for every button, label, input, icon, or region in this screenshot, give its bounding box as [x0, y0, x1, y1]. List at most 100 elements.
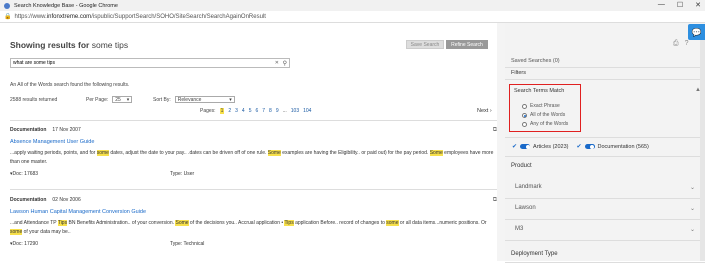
facet-lawson[interactable]: Lawson — [515, 205, 536, 211]
page-link[interactable]: 3 — [235, 108, 238, 114]
chat-icon[interactable]: 💬 — [688, 24, 705, 40]
option-all-words[interactable]: All of the Words — [522, 112, 565, 118]
copy-icon[interactable]: ⧉ — [493, 127, 497, 134]
result-footer: ▾Doc: 17683 Type: User — [10, 171, 497, 177]
page-link[interactable]: 2 — [228, 108, 231, 114]
next-page-link[interactable]: Next › — [477, 108, 492, 114]
highlighted-term: Some — [175, 220, 189, 226]
copy-icon[interactable]: ⧉ — [493, 197, 497, 204]
divider — [505, 156, 705, 157]
window-controls: — ☐ ✕ — [658, 1, 701, 9]
sort-by-label: Sort By: — [153, 96, 171, 103]
snippet-text: dates, adjust the date to your pay.. .da… — [108, 150, 268, 156]
result-title-link[interactable]: Absence Management User Guide — [10, 139, 497, 145]
doc-id[interactable]: ▾Doc: 17290 — [10, 241, 170, 247]
chevron-down-icon: ▾ — [229, 96, 232, 103]
results-count: 2588 results returned — [10, 97, 58, 103]
page-current[interactable]: 1 — [219, 108, 225, 114]
snippet-text: of the decisions you.. Accrual applicati… — [188, 220, 285, 226]
radio-icon[interactable] — [522, 121, 527, 127]
content-type-filters: ✔ Articles (2023) ✔ Documentation (565) — [512, 143, 649, 151]
facet-m3[interactable]: M3 — [515, 226, 523, 232]
sort-by-control: Sort By: Relevance ▾ — [153, 96, 235, 103]
favicon-icon — [4, 2, 10, 9]
deployment-type-heading[interactable]: Deployment Type — [511, 251, 558, 257]
result-footer: ▾Doc: 17290 Type: Technical — [10, 241, 497, 247]
result-card: Documentation 02 Nov 2006 ⧉ Lawson Human … — [10, 197, 497, 247]
result-snippet: ...apply waiting periods, points, and fo… — [10, 149, 497, 167]
title-bar: Search Knowledge Base - Google Chrome — … — [0, 0, 705, 11]
option-any-words[interactable]: Any of the Words — [522, 121, 568, 127]
main-scrollbar[interactable] — [497, 23, 505, 261]
search-terms-title: Search Terms Match — [514, 88, 565, 94]
saved-searches[interactable]: Saved Searches (0) — [511, 58, 560, 64]
option-exact-phrase[interactable]: Exact Phrase — [522, 103, 560, 109]
help-icon[interactable]: ? — [685, 40, 689, 48]
chevron-down-icon[interactable]: ⌄ — [690, 184, 695, 191]
search-terms-match-panel: Search Terms Match Exact Phrase All of t… — [509, 84, 581, 132]
page-ellipsis: ... — [282, 108, 287, 114]
toggle-documentation[interactable]: ✔ Documentation (565) — [576, 143, 649, 151]
snippet-text: examples are having the Eligibility.. or… — [280, 150, 430, 156]
print-icon[interactable]: ⎙ — [673, 40, 679, 48]
product-heading[interactable]: Product — [511, 163, 532, 169]
snippet-text: BN Benefits Administration.. of your con… — [67, 220, 176, 226]
page-link[interactable]: 4 — [242, 108, 245, 114]
search-icon[interactable]: ⚲ — [283, 60, 287, 67]
window-title: Search Knowledge Base - Google Chrome — [14, 2, 118, 9]
maximize-button[interactable]: ☐ — [677, 1, 683, 9]
search-input[interactable] — [13, 60, 273, 66]
doc-id[interactable]: ▾Doc: 17683 — [10, 171, 170, 177]
sidebar-scrollbar[interactable] — [700, 40, 705, 261]
divider — [10, 189, 497, 190]
result-snippet: ...and Attendance TP Tips BN Benefits Ad… — [10, 219, 497, 237]
toggle-switch[interactable] — [520, 144, 531, 149]
check-icon: ✔ — [576, 144, 582, 150]
highlighted-term: Tips — [57, 220, 68, 226]
minimize-button[interactable]: — — [658, 1, 665, 9]
chevron-up-icon[interactable]: ▲ — [695, 87, 701, 93]
address-bar[interactable]: 🔒 https://www.infonxtreme.com/ispublic/S… — [0, 11, 705, 23]
toggle-articles[interactable]: ✔ Articles (2023) — [512, 143, 569, 151]
per-page-select[interactable]: 25 ▾ — [112, 96, 133, 103]
divider — [505, 67, 705, 68]
highlighted-term: Some — [267, 150, 281, 156]
result-title-link[interactable]: Lawson Human Capital Management Conversi… — [10, 209, 497, 215]
radio-icon[interactable] — [522, 103, 527, 109]
page-link[interactable]: 9 — [276, 108, 279, 114]
filters-label: Filters — [511, 70, 526, 76]
close-window-button[interactable]: ✕ — [695, 1, 701, 9]
divider — [505, 240, 705, 241]
radio-icon[interactable] — [522, 112, 527, 118]
page-link[interactable]: 7 — [262, 108, 265, 114]
check-icon: ✔ — [512, 144, 518, 150]
pages-label: Pages: — [200, 108, 216, 114]
highlighted-term: Tips — [284, 220, 294, 226]
chevron-down-icon[interactable]: ⌄ — [690, 226, 695, 233]
divider — [505, 79, 705, 80]
doc-type: Type: User — [170, 171, 195, 177]
result-meta: Documentation 17 Nov 2007 — [10, 127, 81, 133]
page-link[interactable]: 104 — [303, 108, 311, 114]
sidebar: Saved Searches (0) Filters — [505, 23, 705, 263]
divider — [505, 137, 705, 138]
sort-by-select[interactable]: Relevance ▾ — [174, 96, 235, 103]
per-page-control: Per Page: 25 ▾ — [86, 96, 133, 103]
divider — [10, 120, 497, 121]
result-card: Documentation 17 Nov 2007 ⧉ Absence Manag… — [10, 127, 497, 177]
facet-landmark[interactable]: Landmark — [515, 184, 542, 190]
page-link[interactable]: 6 — [255, 108, 258, 114]
refine-search-button[interactable]: Refine Search — [446, 40, 488, 49]
save-search-button[interactable]: Save Search — [406, 40, 444, 49]
search-summary: An All of the Words search found the fol… — [10, 82, 130, 88]
page-link[interactable]: 5 — [249, 108, 252, 114]
chevron-down-icon[interactable]: ⌄ — [690, 205, 695, 212]
page-link[interactable]: 8 — [269, 108, 272, 114]
page-link[interactable]: 103 — [291, 108, 299, 114]
clear-icon[interactable]: ✕ — [275, 60, 279, 66]
url-text[interactable]: https://www.infonxtreme.com/ispublic/Sup… — [14, 14, 265, 20]
toggle-switch[interactable] — [584, 144, 595, 149]
doc-type: Type: Technical — [170, 241, 205, 247]
search-field[interactable]: ✕ ⚲ — [10, 58, 290, 68]
snippet-text: of your data may be.. — [22, 229, 71, 235]
